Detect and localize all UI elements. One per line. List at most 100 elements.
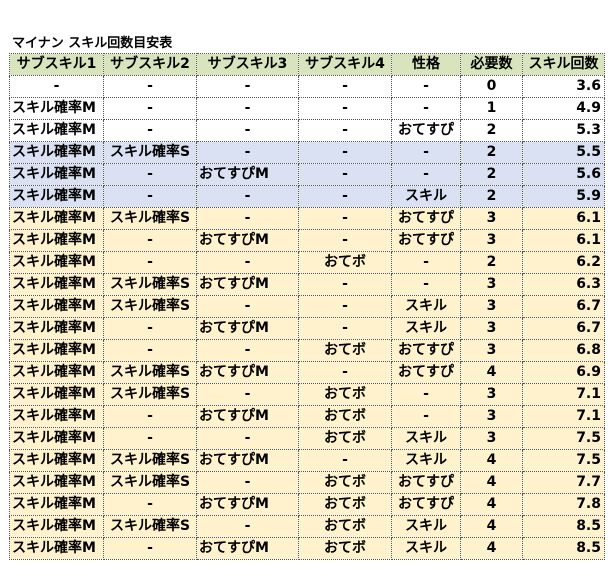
cell-sub-skill-4: - [298,361,392,384]
skill-count-table: サブスキル1 サブスキル2 サブスキル3 サブスキル4 性格 必要数 スキル回数… [9,53,605,560]
cell-required-count: 3 [460,207,523,230]
cell-required-count: 4 [460,449,523,472]
cell-required-count: 3 [460,295,523,318]
cell-skill-count: 8.5 [522,515,605,538]
header-sub-skill-4: サブスキル4 [298,53,392,76]
table-row: スキル確率M スキル確率S - - -2 5.5 [9,141,605,164]
cell-sub-skill-3: おてすぴM [196,361,299,384]
table-row: スキル確率M - - - スキル 2 5.9 [9,185,605,208]
cell-nature: おてすぴ [391,361,461,384]
cell-sub-skill-3: おてすぴM [196,493,299,516]
cell-nature: スキル [391,295,461,318]
header-required-count: 必要数 [460,53,523,76]
cell-nature: - [391,405,461,428]
cell-skill-count: 6.7 [522,317,605,340]
cell-required-count: 3 [460,317,523,340]
cell-skill-count: 7.7 [522,471,605,494]
cell-sub-skill-4: - [298,97,392,120]
cell-required-count: 1 [460,97,523,120]
header-row: サブスキル1 サブスキル2 サブスキル3 サブスキル4 性格 必要数 スキル回数 [9,53,605,76]
cell-sub-skill-2: スキル確率S [103,515,197,538]
cell-nature: - [391,163,461,186]
cell-sub-skill-2: スキル確率S [103,361,197,384]
cell-sub-skill-1: スキル確率M [9,97,104,120]
cell-sub-skill-1: スキル確率M [9,515,104,538]
cell-sub-skill-1: スキル確率M [9,537,104,560]
cell-nature: おてすぴ [391,229,461,252]
cell-sub-skill-3: - [196,427,299,450]
cell-sub-skill-3: おてすぴM [196,163,299,186]
cell-sub-skill-2: - [103,251,197,274]
cell-sub-skill-1: スキル確率M [9,361,104,384]
cell-sub-skill-2: - [103,317,197,340]
table-body: - - - - -0 3.6 スキル確率M - - - -1 4.9 スキル確率M - - - おてすぴ 2 5.3… [9,75,605,560]
cell-required-count: 3 [460,273,523,296]
cell-sub-skill-3: - [196,251,299,274]
cell-skill-count: 4.9 [522,97,605,120]
cell-skill-count: 5.9 [522,185,605,208]
cell-sub-skill-2: - [103,97,197,120]
cell-required-count: 2 [460,141,523,164]
cell-sub-skill-4: - [298,141,392,164]
cell-skill-count: 6.2 [522,251,605,274]
cell-nature: おてすぴ [391,207,461,230]
cell-nature: おてすぴ [391,493,461,516]
table-row: スキル確率M - - おてボ スキル 3 7.5 [9,427,605,450]
table-row: スキル確率M スキル確率S - おてボ スキル 4 8.5 [9,515,605,538]
cell-sub-skill-1: スキル確率M [9,119,104,142]
cell-sub-skill-1: スキル確率M [9,317,104,340]
header-sub-skill-2: サブスキル2 [103,53,197,76]
cell-nature: - [391,383,461,406]
cell-sub-skill-2: - [103,185,197,208]
table-title: マイナン スキル回数目安表 [12,36,173,51]
cell-skill-count: 3.6 [522,75,605,98]
cell-skill-count: 7.8 [522,493,605,516]
cell-skill-count: 5.5 [522,141,605,164]
table-row: スキル確率M スキル確率S - おてボ -3 7.1 [9,383,605,406]
cell-skill-count: 6.8 [522,339,605,362]
cell-sub-skill-2: - [103,119,197,142]
cell-sub-skill-4: - [298,229,392,252]
cell-sub-skill-4: - [298,449,392,472]
cell-sub-skill-4: - [298,163,392,186]
cell-required-count: 2 [460,185,523,208]
cell-skill-count: 6.3 [522,273,605,296]
cell-sub-skill-4: おてボ [298,251,392,274]
table-row: スキル確率M - - おてボ -2 6.2 [9,251,605,274]
cell-nature: おてすぴ [391,119,461,142]
cell-required-count: 4 [460,537,523,560]
cell-skill-count: 7.1 [522,405,605,428]
cell-sub-skill-1: スキル確率M [9,163,104,186]
table-row: スキル確率M - おてすぴM おてボ おてすぴ 4 7.8 [9,493,605,516]
table-row: スキル確率M - - おてボ おてすぴ 3 6.8 [9,339,605,362]
cell-sub-skill-2: - [103,493,197,516]
cell-sub-skill-2: - [103,427,197,450]
cell-sub-skill-3: おてすぴM [196,537,299,560]
cell-required-count: 3 [460,427,523,450]
cell-sub-skill-4: おてボ [298,339,392,362]
cell-required-count: 4 [460,471,523,494]
cell-sub-skill-3: おてすぴM [196,449,299,472]
cell-nature: - [391,97,461,120]
table-row: スキル確率M スキル確率S - - スキル 3 6.7 [9,295,605,318]
table-row: スキル確率M - - - -1 4.9 [9,97,605,120]
header-sub-skill-1: サブスキル1 [9,53,104,76]
cell-sub-skill-3: - [196,515,299,538]
cell-sub-skill-2: スキル確率S [103,383,197,406]
cell-sub-skill-2: - [103,405,197,428]
cell-sub-skill-3: おてすぴM [196,273,299,296]
cell-required-count: 3 [460,405,523,428]
cell-nature: スキル [391,427,461,450]
cell-sub-skill-4: おてボ [298,427,392,450]
cell-sub-skill-3: - [196,383,299,406]
cell-sub-skill-3: - [196,119,299,142]
table-row: - - - - -0 3.6 [9,75,605,98]
cell-sub-skill-4: - [298,119,392,142]
cell-required-count: 4 [460,361,523,384]
cell-sub-skill-3: おてすぴM [196,229,299,252]
cell-sub-skill-1: スキル確率M [9,273,104,296]
table-row: スキル確率M - おてすぴM - おてすぴ 3 6.1 [9,229,605,252]
table-row: スキル確率M - おてすぴM - スキル 3 6.7 [9,317,605,340]
cell-skill-count: 7.5 [522,449,605,472]
cell-skill-count: 6.7 [522,295,605,318]
